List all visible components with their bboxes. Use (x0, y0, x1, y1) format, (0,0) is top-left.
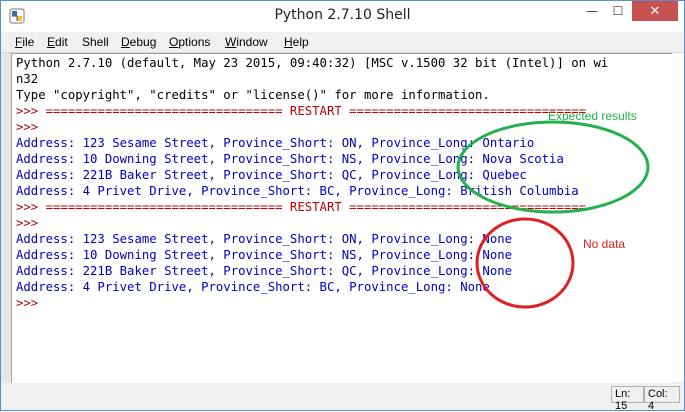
menu-window[interactable]: Window (225, 35, 268, 49)
line-number-indicator: Ln: 15 (611, 386, 644, 412)
menu-bar: File Edit Shell Debug Options Window Help (1, 32, 684, 53)
close-icon: ✕ (649, 3, 661, 19)
menu-edit[interactable]: Edit (47, 35, 68, 49)
shell-line: >>> ================================ RES… (16, 200, 587, 214)
menu-options[interactable]: Options (169, 35, 210, 49)
column-number-indicator: Col: 4 (644, 386, 680, 412)
shell-line: >>> (16, 216, 46, 230)
menu-shell[interactable]: Shell (82, 35, 109, 49)
shell-line: n32 (16, 72, 39, 86)
shell-line: Address: 221B Baker Street, Province_Sho… (16, 264, 513, 278)
shell-line: >>> (16, 120, 46, 134)
shell-line: Address: 123 Sesame Street, Province_Sho… (16, 136, 535, 150)
expected-results-annotation: Expected results (548, 109, 637, 123)
minimize-icon: — (586, 4, 598, 18)
close-button[interactable]: ✕ (632, 1, 678, 21)
idle-shell-window: Python 2.7.10 Shell — ☐ ✕ File Edit Shell D… (0, 0, 685, 412)
shell-text-area[interactable]: Python 2.7.10 (default, May 23 2015, 09:… (11, 53, 673, 383)
vertical-scrollbar[interactable] (672, 53, 684, 382)
shell-line: >>> ================================ RES… (16, 104, 587, 118)
shell-line: Address: 4 Privet Drive, Province_Short:… (16, 184, 579, 198)
maximize-icon: ☐ (612, 4, 624, 18)
maximize-button[interactable]: ☐ (605, 1, 631, 21)
shell-output: Python 2.7.10 (default, May 23 2015, 09:… (16, 55, 608, 311)
shell-line: Address: 4 Privet Drive, Province_Short:… (16, 280, 490, 294)
shell-line: Address: 10 Downing Street, Province_Sho… (16, 248, 513, 262)
title-bar[interactable]: Python 2.7.10 Shell — ☐ ✕ (1, 1, 684, 32)
status-bar: Ln: 15 Col: 4 (1, 383, 684, 412)
shell-line: Address: 10 Downing Street, Province_Sho… (16, 152, 564, 166)
shell-line: Address: 221B Baker Street, Province_Sho… (16, 168, 527, 182)
minimize-button[interactable]: — (579, 1, 605, 21)
no-data-annotation: No data (583, 237, 626, 251)
menu-file[interactable]: File (15, 35, 34, 49)
shell-line: >>> (16, 296, 46, 310)
shell-line: Python 2.7.10 (default, May 23 2015, 09:… (16, 56, 609, 70)
shell-line: Type "copyright", "credits" or "license(… (16, 88, 490, 102)
menu-help[interactable]: Help (284, 35, 309, 49)
shell-line: Address: 123 Sesame Street, Province_Sho… (16, 232, 513, 246)
menu-debug[interactable]: Debug (121, 35, 156, 49)
